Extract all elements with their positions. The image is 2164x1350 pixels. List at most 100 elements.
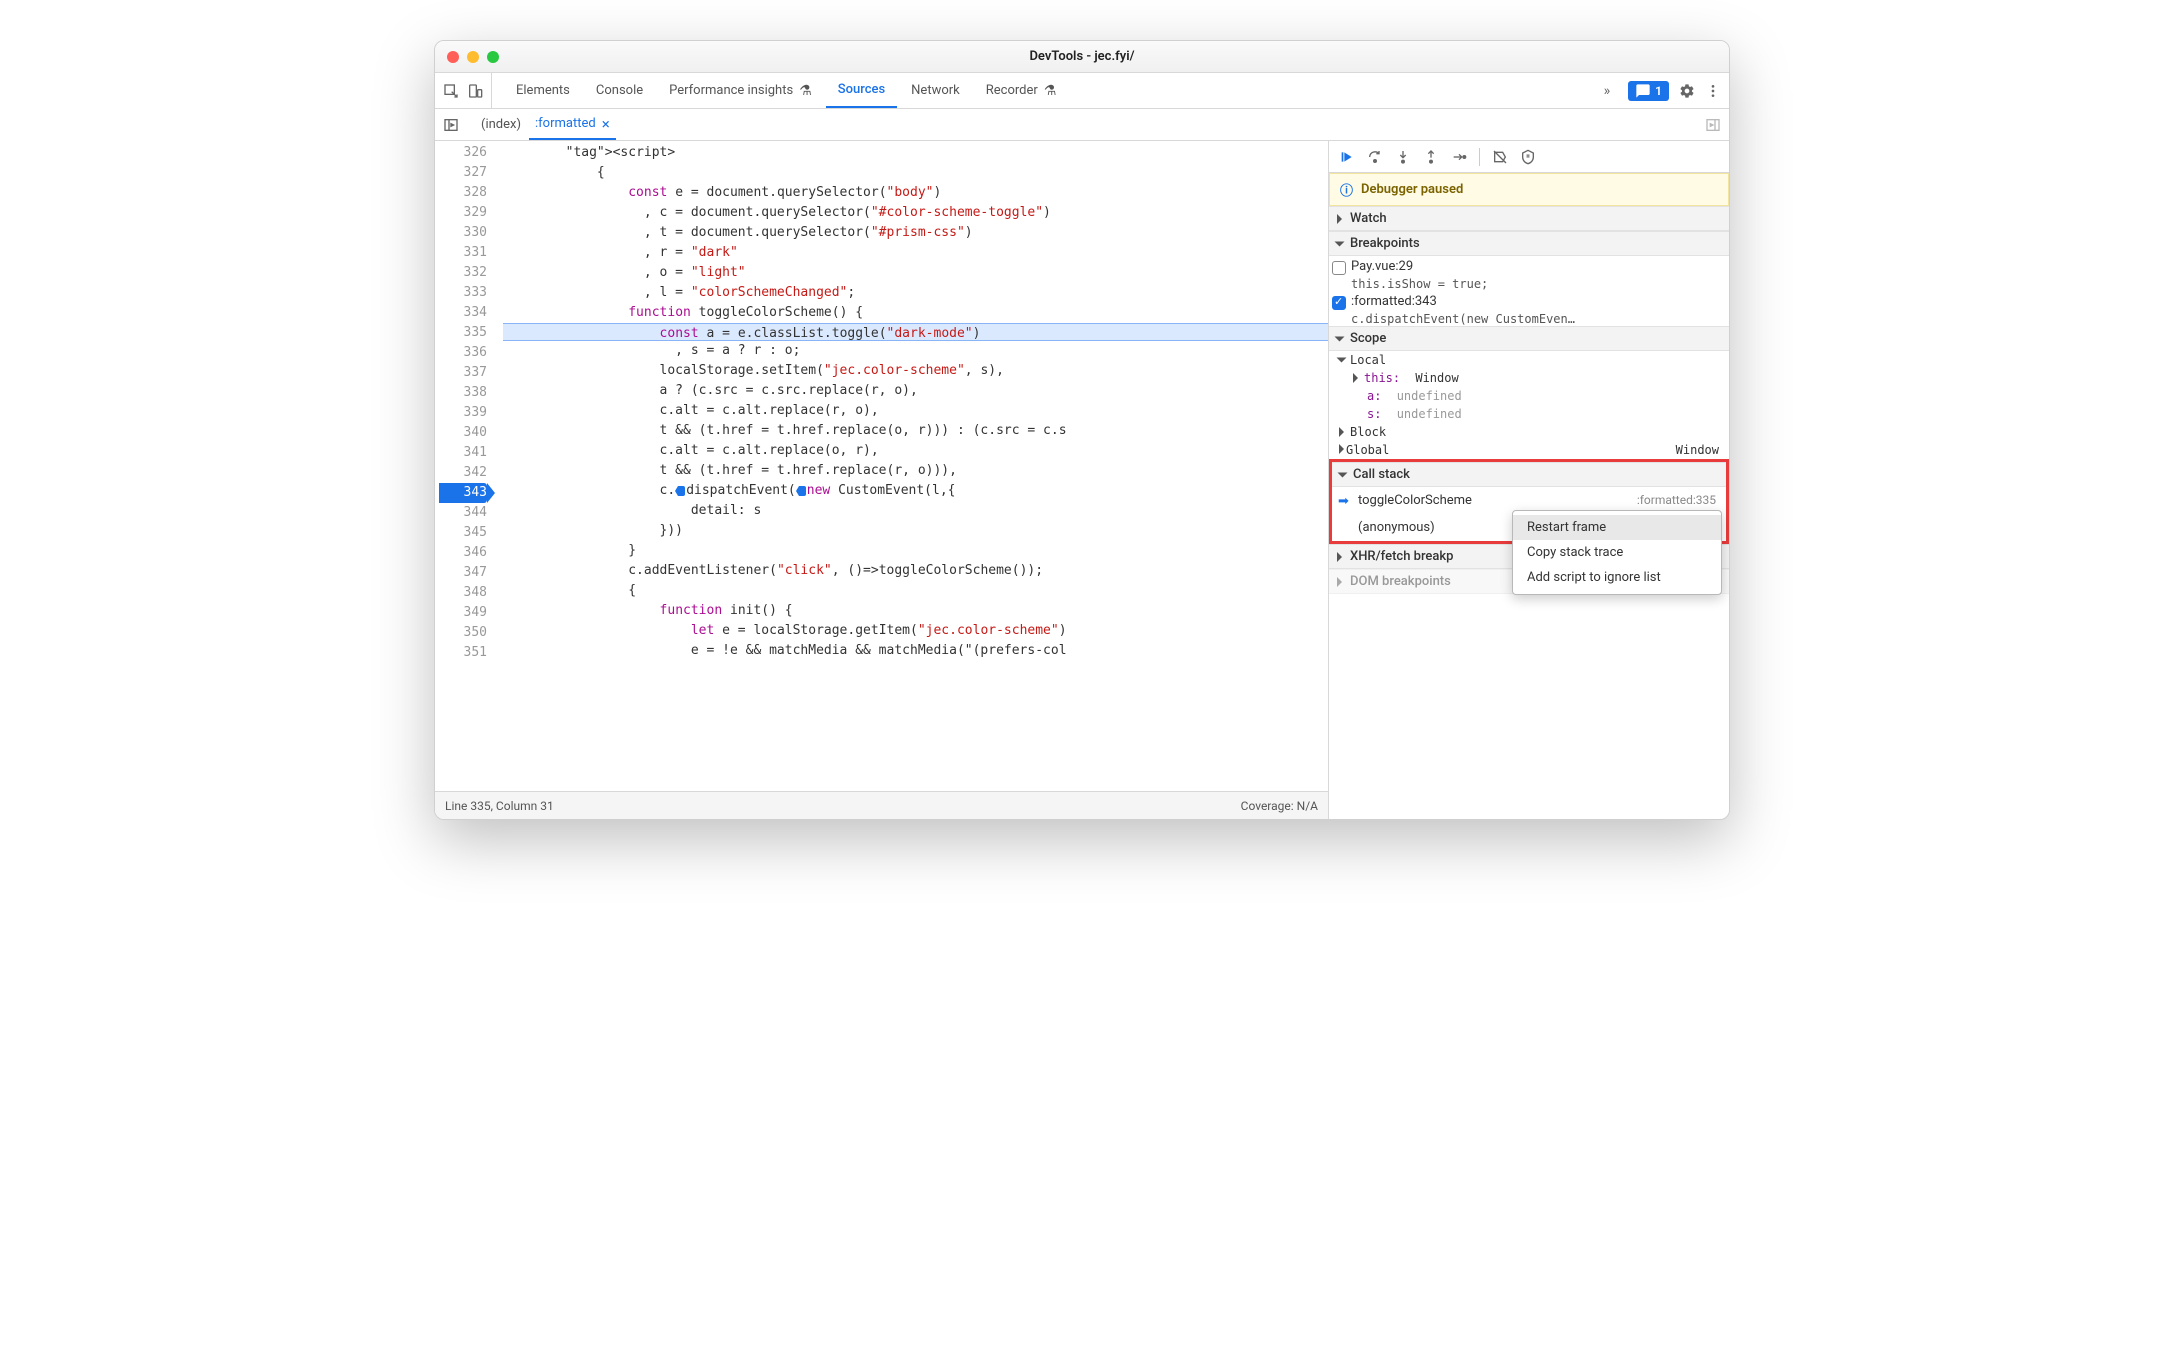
line-number[interactable]: 346 [439,543,487,563]
issues-badge[interactable]: 1 [1628,81,1669,101]
line-number[interactable]: 350 [439,623,487,643]
line-number[interactable]: 342 [439,463,487,483]
code-line[interactable]: , t = document.querySelector("#prism-css… [503,223,1328,243]
scope-global[interactable]: GlobalWindow [1329,441,1729,459]
line-number-gutter[interactable]: 3263273283293303313323333343353363373383… [435,141,495,791]
tab-console[interactable]: Console [584,73,655,108]
breakpoint-item[interactable]: Pay.vue:29 [1329,256,1729,277]
line-number[interactable]: 337 [439,363,487,383]
scope-section-header[interactable]: Scope [1329,326,1729,351]
line-number[interactable]: 347 [439,563,487,583]
pause-on-exceptions-icon[interactable] [1520,149,1536,165]
breakpoint-checkbox[interactable] [1332,261,1346,275]
coverage-info: Coverage: N/A [1241,799,1318,813]
line-number[interactable]: 336 [439,343,487,363]
code-line[interactable]: "tag"><script> [503,143,1328,163]
line-number[interactable]: 351 [439,643,487,663]
scope-var-s: s: undefined [1329,405,1729,423]
code-line[interactable]: })) [503,521,1328,541]
main-tabbar: ElementsConsolePerformance insights⚗Sour… [435,73,1729,109]
tab-sources[interactable]: Sources [826,73,897,108]
code-editor[interactable]: "tag"><script> { const e = document.quer… [495,141,1328,791]
deactivate-breakpoints-icon[interactable] [1492,149,1508,165]
line-number[interactable]: 331 [439,243,487,263]
scope-this[interactable]: this: Window [1329,369,1729,387]
code-line[interactable]: t && (t.href = t.href.replace(o, r))) : … [503,421,1328,441]
code-line[interactable]: , o = "light" [503,263,1328,283]
show-navigator-icon[interactable] [443,117,459,133]
breakpoints-section-header[interactable]: Breakpoints [1329,231,1729,256]
more-tabs-chevron-icon[interactable]: » [1598,83,1617,99]
line-number[interactable]: 349 [439,603,487,623]
code-line[interactable]: let e = localStorage.getItem("jec.color-… [503,621,1328,641]
file-tab[interactable]: (index) [475,109,527,140]
code-line[interactable]: const e = document.querySelector("body") [503,183,1328,203]
code-line[interactable]: detail: s [503,501,1328,521]
line-number[interactable]: 338 [439,383,487,403]
line-number[interactable]: 348 [439,583,487,603]
breakpoint-checkbox[interactable] [1332,296,1346,310]
resume-icon[interactable] [1339,149,1355,165]
line-number[interactable]: 333 [439,283,487,303]
issues-count: 1 [1655,84,1662,98]
code-line[interactable]: , r = "dark" [503,243,1328,263]
step-out-icon[interactable] [1423,149,1439,165]
line-number[interactable]: 343 [439,483,487,503]
code-line[interactable]: c.addEventListener("click", ()=>toggleCo… [503,561,1328,581]
code-line[interactable]: e = !e && matchMedia && matchMedia("(pre… [503,641,1328,661]
code-line[interactable]: , s = a ? r : o; [503,341,1328,361]
watch-section-header[interactable]: Watch [1329,206,1729,231]
tab-recorder[interactable]: Recorder⚗ [974,73,1069,108]
code-line[interactable]: , c = document.querySelector("#color-sch… [503,203,1328,223]
line-number[interactable]: 340 [439,423,487,443]
code-line[interactable]: const a = e.classList.toggle("dark-mode"… [503,323,1328,341]
context-menu-item[interactable]: Copy stack trace [1513,540,1721,565]
context-menu-item[interactable]: Add script to ignore list [1513,565,1721,590]
tab-elements[interactable]: Elements [504,73,582,108]
breakpoint-item[interactable]: :formatted:343 [1329,291,1729,312]
code-line[interactable]: c.dispatchEvent(new CustomEvent(l,{ [503,481,1328,501]
device-toolbar-icon[interactable] [467,83,483,99]
line-number[interactable]: 345 [439,523,487,543]
line-number[interactable]: 326 [439,143,487,163]
show-debugger-icon[interactable] [1705,117,1721,133]
line-number[interactable]: 341 [439,443,487,463]
code-line[interactable]: { [503,581,1328,601]
code-line[interactable]: c.alt = c.alt.replace(o, r), [503,441,1328,461]
scope-local[interactable]: Local [1329,351,1729,369]
context-menu-item[interactable]: Restart frame [1513,515,1721,540]
tab-performance-insights[interactable]: Performance insights⚗ [657,73,824,108]
breakpoint-preview: c.dispatchEvent(new CustomEven… [1329,312,1729,326]
step-icon[interactable] [1451,149,1467,165]
step-over-icon[interactable] [1367,149,1383,165]
code-line[interactable]: { [503,163,1328,183]
code-line[interactable]: a ? (c.src = c.src.replace(r, o), [503,381,1328,401]
step-into-icon[interactable] [1395,149,1411,165]
code-line[interactable]: } [503,541,1328,561]
line-number[interactable]: 335 [439,323,487,343]
code-line[interactable]: function toggleColorScheme() { [503,303,1328,323]
code-line[interactable]: c.alt = c.alt.replace(r, o), [503,401,1328,421]
tab-network[interactable]: Network [899,73,972,108]
inspect-element-icon[interactable] [443,83,459,99]
line-number[interactable]: 339 [439,403,487,423]
code-line[interactable]: localStorage.setItem("jec.color-scheme",… [503,361,1328,381]
code-line[interactable]: t && (t.href = t.href.replace(r, o))), [503,461,1328,481]
callstack-section-header[interactable]: Call stack [1332,462,1726,487]
line-number[interactable]: 328 [439,183,487,203]
info-icon: ⓘ [1340,180,1353,199]
code-line[interactable]: function init() { [503,601,1328,621]
line-number[interactable]: 330 [439,223,487,243]
settings-gear-icon[interactable] [1679,83,1695,99]
line-number[interactable]: 327 [439,163,487,183]
kebab-menu-icon[interactable] [1705,83,1721,99]
code-line[interactable]: , l = "colorSchemeChanged"; [503,283,1328,303]
line-number[interactable]: 332 [439,263,487,283]
line-number[interactable]: 329 [439,203,487,223]
close-tab-icon[interactable]: × [602,115,610,133]
file-tab[interactable]: :formatted× [529,109,616,140]
line-number[interactable]: 344 [439,503,487,523]
scope-block[interactable]: Block [1329,423,1729,441]
line-number[interactable]: 334 [439,303,487,323]
devtools-window: DevTools - jec.fyi/ ElementsConsolePerfo… [434,40,1730,820]
